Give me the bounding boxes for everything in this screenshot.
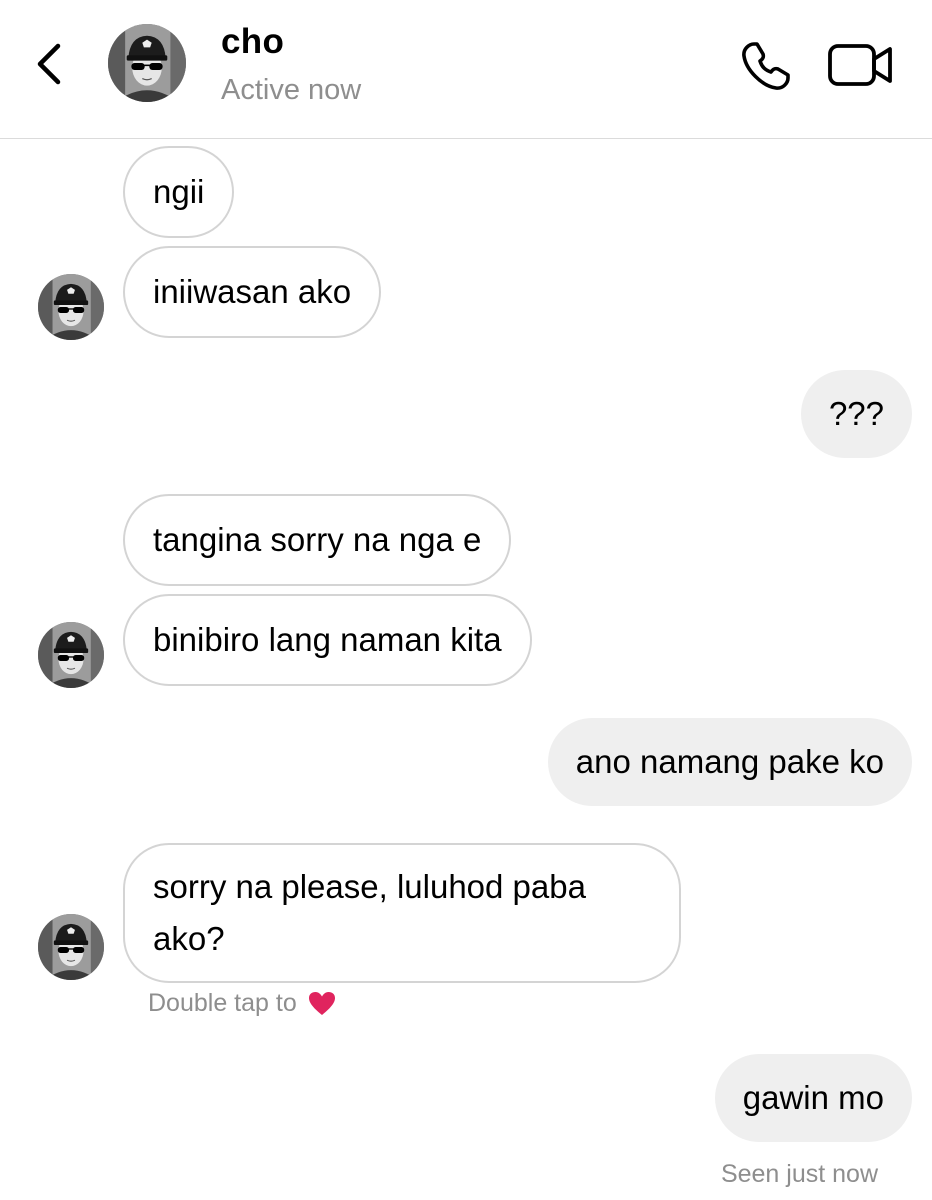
incoming-message[interactable]: sorry na please, luluhod paba ako? (123, 843, 681, 983)
video-call-button[interactable] (826, 40, 896, 90)
chevron-left-icon (37, 43, 61, 85)
incoming-message[interactable]: tangina sorry na nga e (123, 494, 512, 586)
back-button[interactable] (28, 38, 72, 90)
audio-call-button[interactable] (738, 38, 794, 94)
double-tap-hint-text: Double tap to (148, 989, 297, 1017)
outgoing-message[interactable]: gawin mo (714, 1054, 912, 1142)
contact-avatar[interactable] (108, 24, 186, 102)
sender-avatar[interactable] (38, 274, 104, 340)
sender-avatar[interactable] (38, 622, 104, 688)
video-camera-icon (828, 44, 892, 86)
seen-status: Seen just now (720, 1160, 878, 1188)
incoming-message[interactable]: iniiwasan ako (123, 246, 382, 338)
heart-icon (308, 992, 335, 1016)
incoming-message[interactable]: binibiro lang naman kita (123, 594, 532, 686)
chat-header: cho Active now (0, 0, 932, 139)
double-tap-hint: Double tap to (148, 989, 336, 1018)
outgoing-message[interactable]: ??? (800, 370, 912, 458)
contact-status: Active now (221, 74, 362, 106)
contact-name[interactable]: cho (221, 22, 284, 62)
sender-avatar[interactable] (38, 914, 104, 980)
phone-icon (742, 42, 790, 90)
incoming-message[interactable]: ngii (123, 146, 235, 238)
chat-screen: cho Active now ngii iniiwasan ako ??? ta… (0, 0, 932, 1200)
outgoing-message[interactable]: ano namang pake ko (547, 718, 912, 806)
